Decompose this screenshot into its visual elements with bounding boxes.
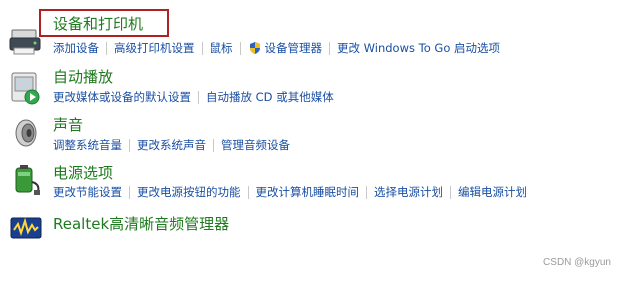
link-choose-power-plan[interactable]: 选择电源计划 xyxy=(374,185,443,199)
link-windows-to-go[interactable]: 更改 Windows To Go 启动选项 xyxy=(337,41,500,55)
highlight-box xyxy=(39,9,169,37)
realtek-audio-icon[interactable] xyxy=(8,210,44,246)
link-change-sleep-time[interactable]: 更改计算机睡眠时间 xyxy=(256,185,360,199)
link-mouse[interactable]: 鼠标 xyxy=(210,41,233,55)
separator xyxy=(247,185,249,199)
category-links: 更改节能设置 更改电源按钮的功能 更改计算机睡眠时间 选择电源计划 编辑电源计划 xyxy=(53,185,527,199)
link-advanced-printer-setup[interactable]: 高级打印机设置 xyxy=(114,41,195,55)
link-change-system-sounds[interactable]: 更改系统声音 xyxy=(137,138,206,152)
separator xyxy=(213,138,214,152)
category-title[interactable]: 声音 xyxy=(53,116,83,134)
separator xyxy=(450,185,451,199)
category-title[interactable]: 电源选项 xyxy=(53,164,113,182)
watermark: CSDN @kgyun xyxy=(543,257,611,268)
separator xyxy=(106,41,107,55)
link-edit-power-plan[interactable]: 编辑电源计划 xyxy=(458,185,527,199)
separator xyxy=(129,185,130,199)
link-manage-audio-devices[interactable]: 管理音频设备 xyxy=(221,138,290,152)
category-title[interactable]: 自动播放 xyxy=(53,68,113,86)
battery-icon[interactable] xyxy=(8,162,44,198)
category-links: 更改媒体或设备的默认设置 自动播放 CD 或其他媒体 xyxy=(53,90,334,104)
link-change-power-saving[interactable]: 更改节能设置 xyxy=(53,185,122,199)
separator xyxy=(198,90,199,104)
separator xyxy=(201,41,203,55)
link-autoplay-cd[interactable]: 自动播放 CD 或其他媒体 xyxy=(206,90,334,104)
separator xyxy=(129,138,130,152)
link-adjust-volume[interactable]: 调整系统音量 xyxy=(53,138,122,152)
separator xyxy=(329,41,330,55)
link-change-power-button[interactable]: 更改电源按钮的功能 xyxy=(137,185,241,199)
separator xyxy=(239,41,241,55)
link-device-manager[interactable]: 设备管理器 xyxy=(265,41,323,55)
category-links: 添加设备 高级打印机设置 鼠标 设备管理器 更改 Windows To Go 启… xyxy=(53,41,500,55)
uac-shield-icon xyxy=(248,41,262,55)
link-add-device[interactable]: 添加设备 xyxy=(53,41,99,55)
category-links: 调整系统音量 更改系统声音 管理音频设备 xyxy=(53,138,290,152)
separator xyxy=(366,185,367,199)
link-change-default-media-settings[interactable]: 更改媒体或设备的默认设置 xyxy=(53,90,191,104)
category-title[interactable]: Realtek高清晰音频管理器 xyxy=(53,215,229,233)
autoplay-icon[interactable] xyxy=(8,70,44,106)
speaker-icon[interactable] xyxy=(8,116,44,152)
